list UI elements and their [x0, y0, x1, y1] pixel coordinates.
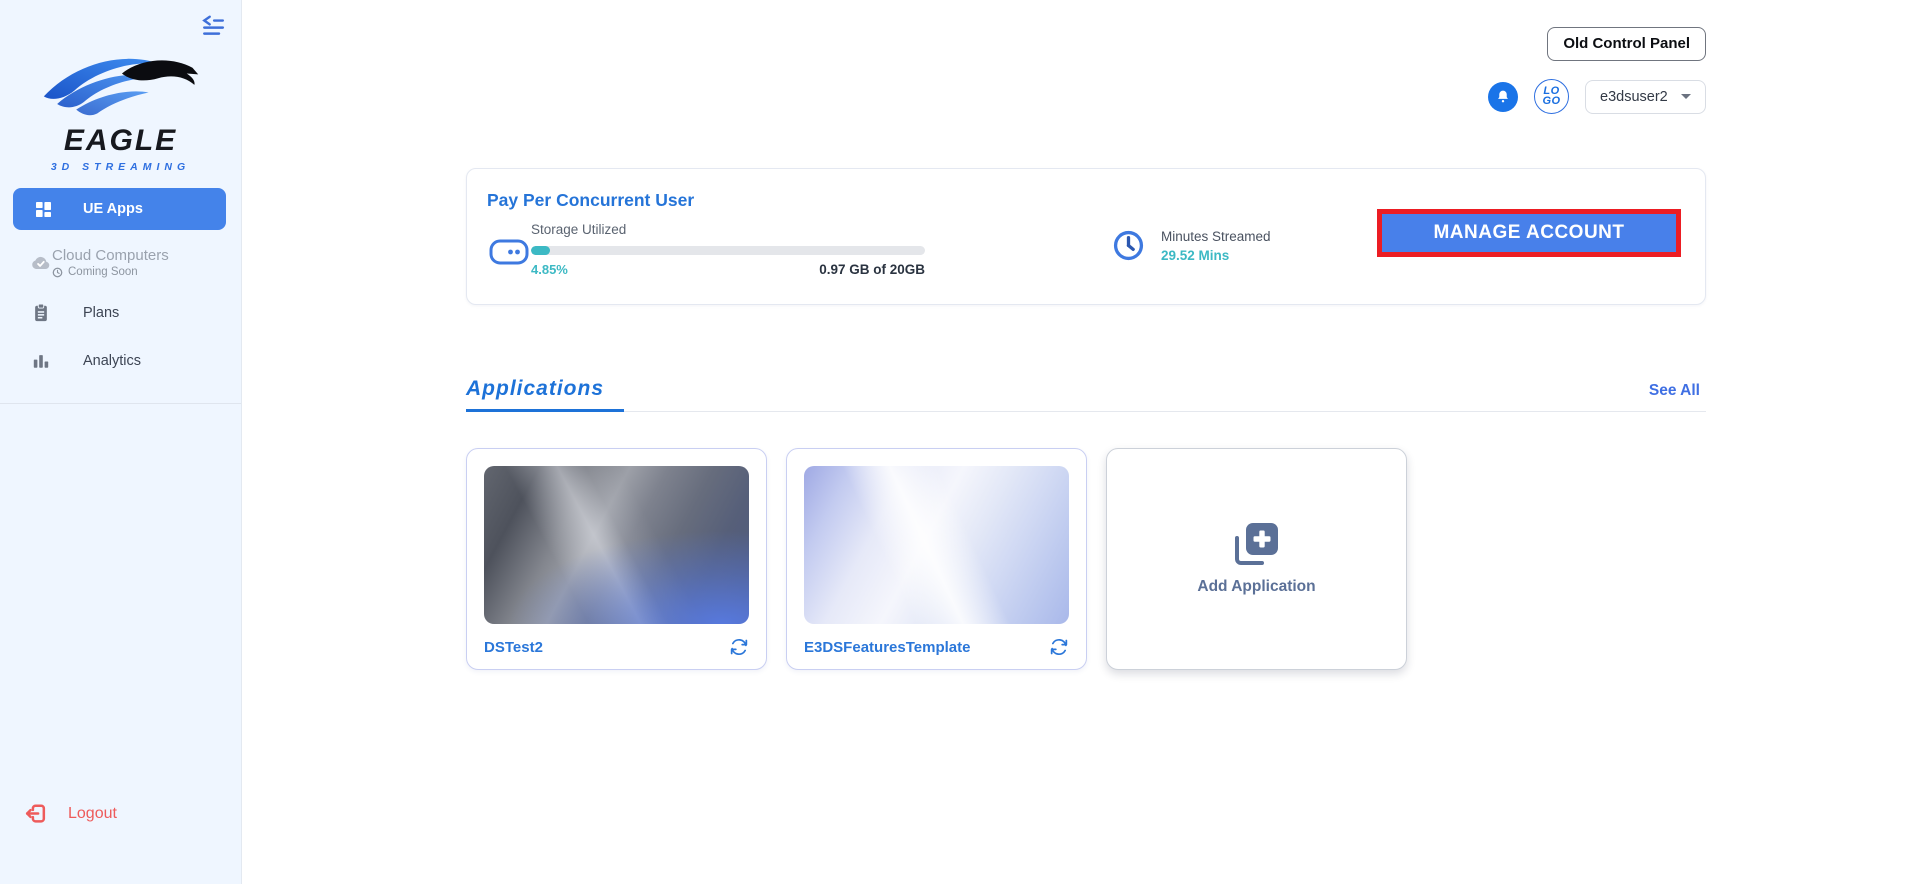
account-logo-avatar[interactable]: LO GO — [1534, 79, 1569, 114]
storage-values-row: 4.85% 0.97 GB of 20GB — [531, 262, 925, 277]
sidebar-item-cloud-computers: Cloud Computers Coming Soon — [0, 247, 241, 278]
storage-percent: 4.85% — [531, 262, 568, 277]
app-card-dstest2: DSTest2 — [466, 448, 767, 670]
sidebar: EAGLE 3D STREAMING UE Apps — [0, 0, 242, 884]
applications-header: Applications See All — [466, 377, 1706, 417]
user-menu-dropdown[interactable]: e3dsuser2 — [1585, 80, 1706, 114]
sidebar-item-ue-apps[interactable]: UE Apps — [13, 188, 226, 230]
add-application-icon — [1231, 522, 1283, 568]
app-name-row: E3DSFeaturesTemplate — [804, 637, 1069, 657]
add-application-label: Add Application — [1197, 578, 1315, 596]
plan-name-link[interactable]: Pay Per Concurrent User — [487, 190, 694, 211]
minutes-value: 29.52 Mins — [1161, 248, 1271, 263]
app-name-link[interactable]: E3DSFeaturesTemplate — [804, 639, 970, 656]
main-content: Old Control Panel LO GO e3dsuser2 Pay Pe… — [466, 0, 1706, 884]
sidebar-item-plans[interactable]: Plans — [0, 303, 241, 323]
highlight-red-box: MANAGE ACCOUNT — [1377, 209, 1681, 257]
sidebar-nav: UE Apps Cloud Computers — [0, 188, 241, 370]
sidebar-item-text-block: Cloud Computers Coming Soon — [52, 247, 169, 278]
header-divider — [466, 411, 1706, 412]
clipboard-icon — [30, 303, 52, 323]
logo-title: EAGLE — [0, 124, 241, 158]
storage-icon — [489, 239, 529, 270]
active-tab-underline — [466, 409, 624, 412]
grid-icon — [32, 201, 54, 218]
old-control-panel-button[interactable]: Old Control Panel — [1547, 27, 1706, 61]
sidebar-top-section: EAGLE 3D STREAMING UE Apps — [0, 0, 241, 404]
logout-icon — [23, 801, 48, 826]
coming-soon-badge: Coming Soon — [52, 266, 169, 278]
sidebar-item-label: UE Apps — [83, 201, 143, 217]
minutes-label: Minutes Streamed — [1161, 229, 1271, 244]
chevron-down-icon — [1681, 94, 1691, 99]
sidebar-item-label: Analytics — [83, 353, 141, 369]
clock-icon — [1112, 229, 1145, 262]
storage-label: Storage Utilized — [531, 222, 925, 237]
logout-label: Logout — [68, 805, 117, 823]
header-user-row: LO GO e3dsuser2 — [1488, 79, 1706, 114]
storage-progress-bar — [531, 246, 925, 255]
sidebar-item-analytics[interactable]: Analytics — [0, 352, 241, 370]
avatar-text: GO — [1542, 97, 1560, 107]
username: e3dsuser2 — [1600, 89, 1668, 105]
logout-button[interactable]: Logout — [23, 801, 117, 826]
refresh-icon[interactable] — [729, 637, 749, 657]
app-thumbnail[interactable] — [804, 466, 1069, 624]
sidebar-item-label: Plans — [83, 305, 119, 321]
eagle-logo-image — [40, 48, 202, 118]
collapse-sidebar-icon[interactable] — [199, 14, 229, 40]
add-application-card[interactable]: Add Application — [1106, 448, 1407, 670]
sidebar-item-label: Cloud Computers — [52, 247, 169, 264]
logo-subtitle: 3D STREAMING — [0, 161, 241, 173]
applications-heading: Applications — [466, 377, 1706, 401]
applications-grid: DSTest2 E3DSFeaturesTemplate — [466, 448, 1407, 670]
storage-progress-fill — [531, 246, 550, 255]
app-thumbnail[interactable] — [484, 466, 749, 624]
storage-block: Storage Utilized 4.85% 0.97 GB of 20GB — [531, 222, 925, 277]
minutes-streamed-block: Minutes Streamed 29.52 Mins — [1112, 229, 1271, 263]
refresh-icon[interactable] — [1049, 637, 1069, 657]
clock-small-icon — [52, 267, 63, 278]
app-name-row: DSTest2 — [484, 637, 749, 657]
notifications-bell-icon[interactable] — [1488, 82, 1518, 112]
cloud-check-icon — [30, 253, 52, 273]
manage-account-button[interactable]: MANAGE ACCOUNT — [1382, 214, 1676, 252]
bar-chart-icon — [30, 352, 52, 370]
account-summary-card: Pay Per Concurrent User Storage Utilized… — [466, 168, 1706, 305]
app-card-e3dsfeaturestemplate: E3DSFeaturesTemplate — [786, 448, 1087, 670]
minutes-text-block: Minutes Streamed 29.52 Mins — [1161, 229, 1271, 263]
storage-usage: 0.97 GB of 20GB — [819, 262, 925, 277]
see-all-link[interactable]: See All — [1649, 382, 1700, 400]
app-name-link[interactable]: DSTest2 — [484, 639, 543, 656]
